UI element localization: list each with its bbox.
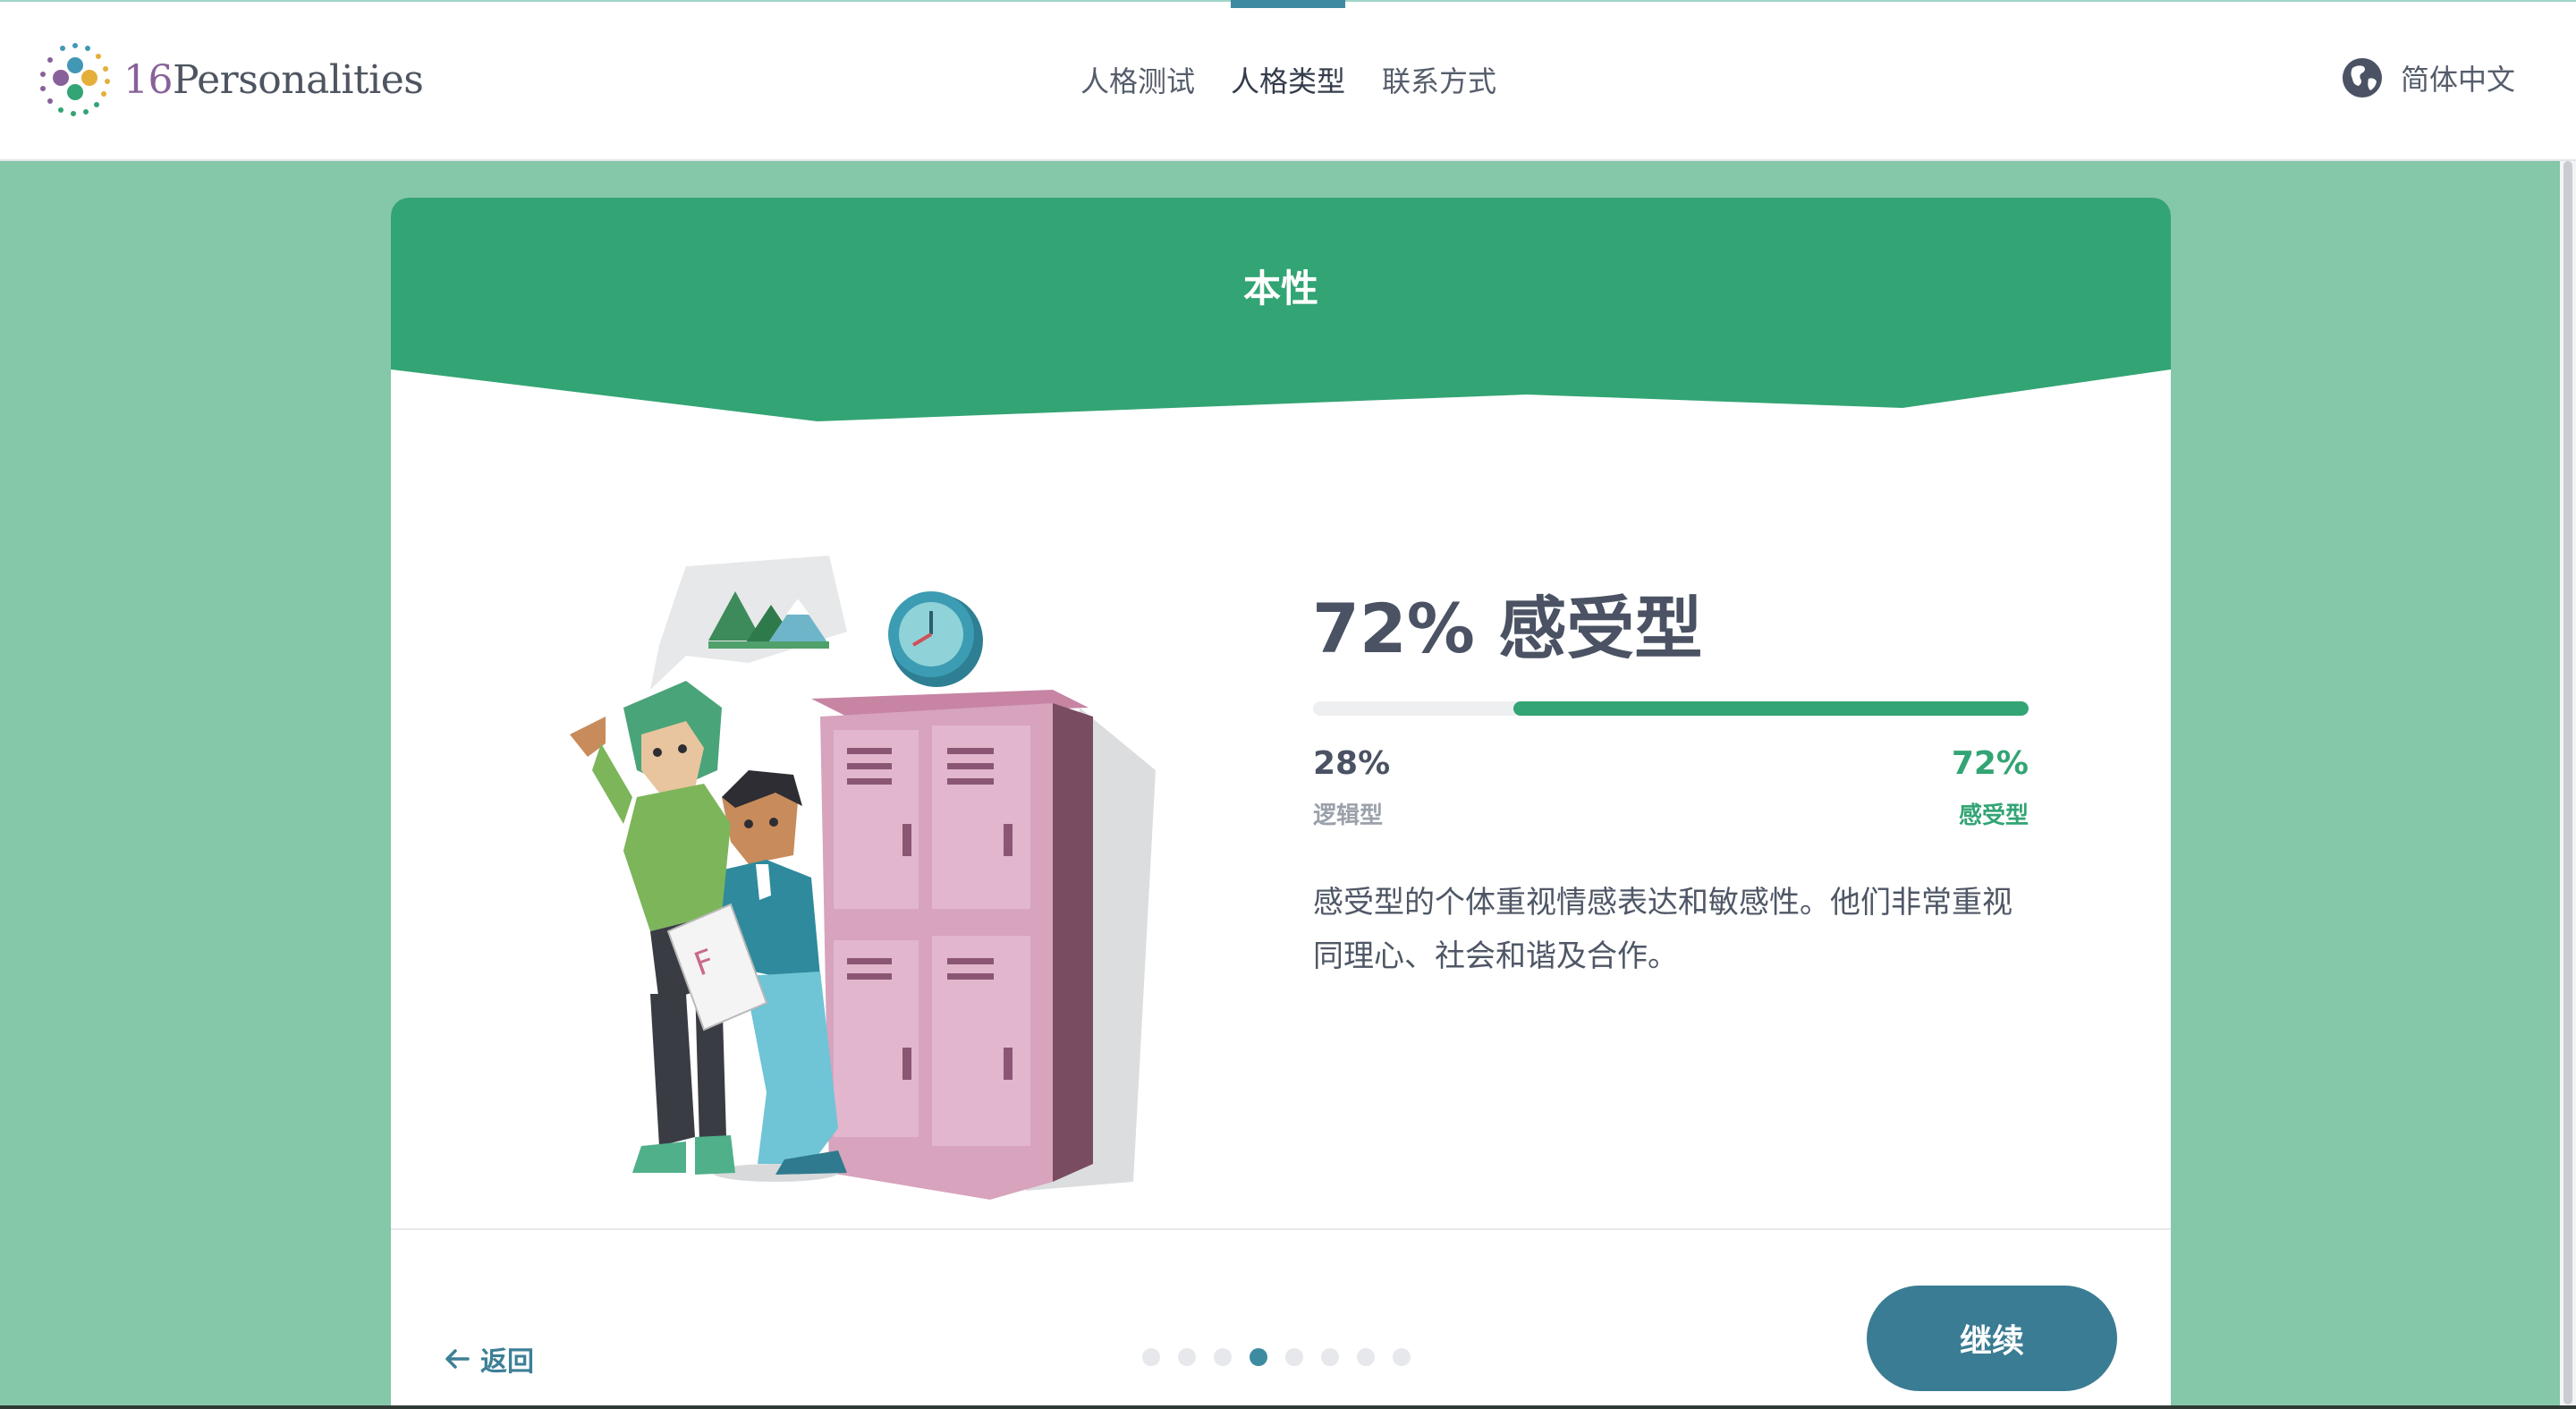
card-header: 本性 (391, 198, 2171, 421)
globe-icon (2342, 58, 2382, 98)
step-dot (1393, 1348, 1411, 1366)
trait-progress-fill (1513, 701, 2029, 716)
scrollbar-thumb[interactable] (2563, 161, 2572, 1405)
active-nav-indicator (1231, 0, 1345, 8)
page-scrollbar[interactable] (2560, 161, 2576, 1409)
trait-progress-bar (1313, 701, 2029, 716)
step-dot (1285, 1348, 1303, 1366)
lockers-illustration: F (570, 556, 1156, 1200)
top-navigation-bar: 16Personalities 人格测试 人格类型 联系方式 简体中文 (0, 0, 2576, 161)
step-dot (1321, 1348, 1339, 1366)
result-card: 本性 F 72% 感受型 28% 72% 逻辑型 感受型 感受型的个体重视情感表… (391, 198, 2171, 1409)
right-trait-percent: 72% (1951, 745, 2029, 782)
step-indicator (1142, 1348, 1428, 1366)
back-button[interactable]: 返回 (445, 1339, 534, 1379)
window-bottom-edge (0, 1405, 2576, 1409)
left-trait-percent: 28% (1313, 745, 1391, 782)
footer-divider (391, 1228, 2171, 1230)
nav-item-contact[interactable]: 联系方式 (1382, 59, 1496, 100)
result-heading: 72% 感受型 (1312, 589, 1703, 668)
language-selector[interactable]: 简体中文 (2342, 57, 2515, 98)
language-label: 简体中文 (2400, 63, 2515, 97)
nav-item-types[interactable]: 人格类型 (1231, 59, 1345, 100)
step-dot (1142, 1348, 1160, 1366)
trait-description: 感受型的个体重视情感表达和敏感性。他们非常重视同理心、社会和谐及合作。 (1313, 885, 2012, 974)
step-dot (1250, 1348, 1267, 1366)
step-dot (1178, 1348, 1196, 1366)
card-title: 本性 (1242, 267, 1318, 310)
step-dot (1214, 1348, 1232, 1366)
main-nav: 人格测试 人格类型 联系方式 (0, 0, 2576, 161)
nav-item-test[interactable]: 人格测试 (1080, 59, 1195, 100)
arrow-left-icon (445, 1349, 470, 1369)
right-trait-label: 感受型 (1958, 802, 2029, 829)
left-trait-label: 逻辑型 (1313, 802, 1384, 829)
back-label: 返回 (480, 1346, 534, 1378)
step-dot (1357, 1348, 1375, 1366)
continue-button[interactable]: 继续 (1867, 1286, 2117, 1391)
